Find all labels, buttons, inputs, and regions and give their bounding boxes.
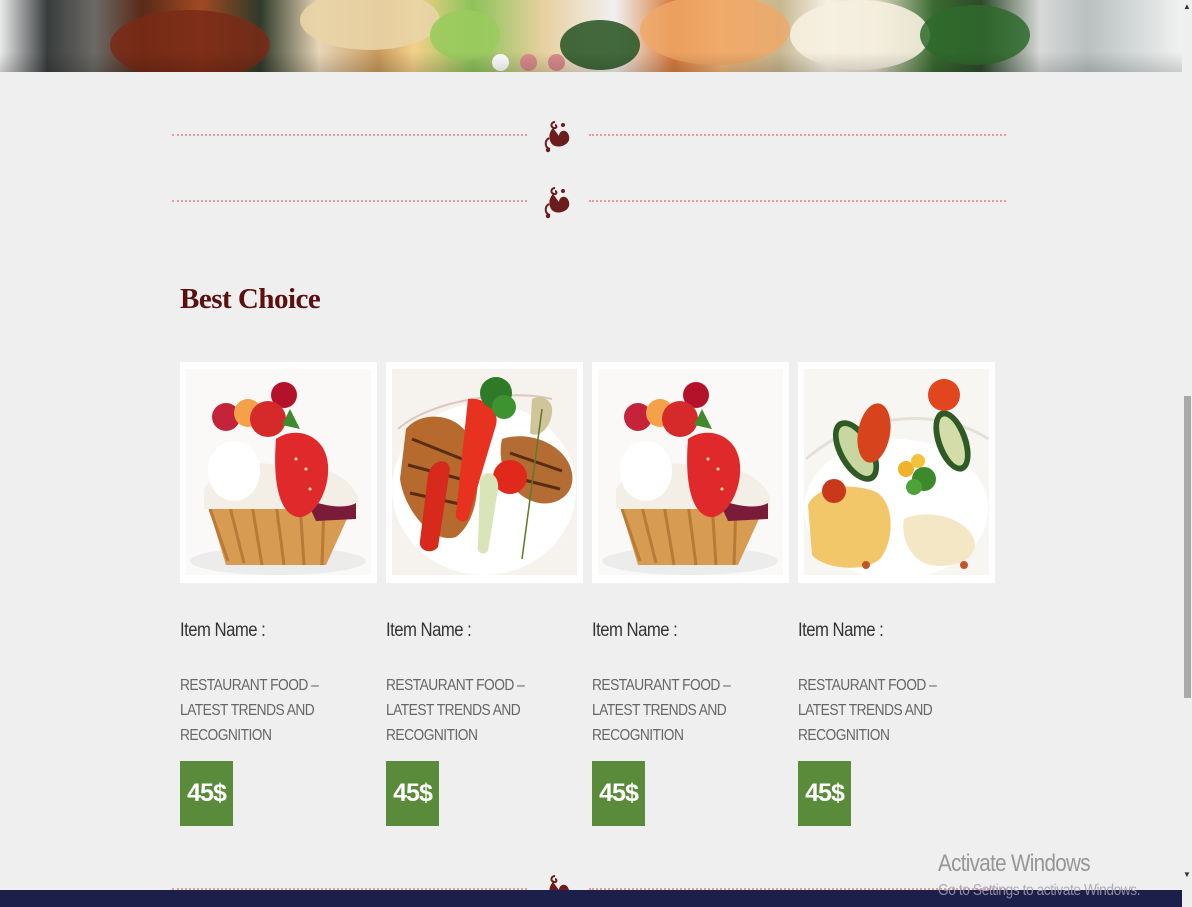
slider-dot-1[interactable] (492, 54, 509, 71)
page: Best Choice Item Name: RESTAURANT FOOD … (0, 0, 1192, 907)
flourish-ornament-icon (541, 182, 577, 226)
ornament-divider (172, 186, 1006, 219)
flourish-ornament-icon (541, 116, 577, 160)
strawberry-tart-image (598, 369, 783, 575)
item-description: RESTAURANT FOOD – LATEST TRENDS AND RECO… (386, 677, 525, 744)
scroll-up-arrow-icon[interactable]: ▲ (1183, 2, 1191, 11)
product-card[interactable]: Item Name : RESTAURANT FOOD – LATEST TRE… (798, 362, 995, 826)
section-title: Best Choice (180, 283, 321, 315)
ornament-divider (172, 120, 1006, 153)
product-image-frame[interactable] (592, 362, 789, 583)
item-name-label: Item Name : (386, 620, 472, 641)
divider-line (172, 134, 527, 136)
slider-dot-3[interactable] (548, 54, 565, 71)
item-name-label: Item Name : (592, 620, 678, 641)
slider-dot-2[interactable] (520, 54, 537, 71)
grilled-fish-plate-image (392, 369, 577, 575)
divider-line (172, 200, 527, 202)
item-description: RESTAURANT FOOD – LATEST TRENDS AND RECO… (180, 677, 319, 744)
price-badge[interactable]: 45$ (798, 761, 851, 826)
item-name-label: Item Name : (798, 620, 884, 641)
scrollbar-thumb[interactable] (1184, 396, 1191, 698)
product-card[interactable]: Item Name : RESTAURANT FOOD – LATEST TRE… (592, 362, 789, 826)
product-image-frame[interactable] (180, 362, 377, 583)
item-description: RESTAURANT FOOD – LATEST TRENDS AND RECO… (592, 677, 731, 744)
divider-line (589, 200, 1006, 202)
price-badge[interactable]: 45$ (386, 761, 439, 826)
product-image-frame[interactable] (386, 362, 583, 583)
hero-banner-image (0, 0, 1182, 72)
item-name-label: Item Name : (180, 620, 266, 641)
product-card[interactable]: Item Name : RESTAURANT FOOD – LATEST TRE… (386, 362, 583, 826)
activate-windows-watermark: Activate Windows Go to Settings to activ… (938, 850, 1173, 900)
watermark-subtitle: Go to Settings to activate Windows. (938, 882, 1141, 899)
scroll-down-arrow-icon[interactable]: ▼ (1183, 870, 1191, 879)
slider-pagination (492, 54, 565, 71)
product-image-frame[interactable] (798, 362, 995, 583)
watermark-title: Activate Windows (938, 850, 1091, 877)
strawberry-tart-image (186, 369, 371, 575)
item-description: RESTAURANT FOOD – LATEST TRENDS AND RECO… (798, 677, 937, 744)
grilled-vegetables-plate-image (804, 369, 989, 575)
vertical-scrollbar[interactable]: ▲ ▼ (1182, 0, 1192, 907)
divider-line (589, 134, 1006, 136)
price-badge[interactable]: 45$ (592, 761, 645, 826)
product-card[interactable]: Item Name : RESTAURANT FOOD – LATEST TRE… (180, 362, 377, 826)
price-badge[interactable]: 45$ (180, 761, 233, 826)
